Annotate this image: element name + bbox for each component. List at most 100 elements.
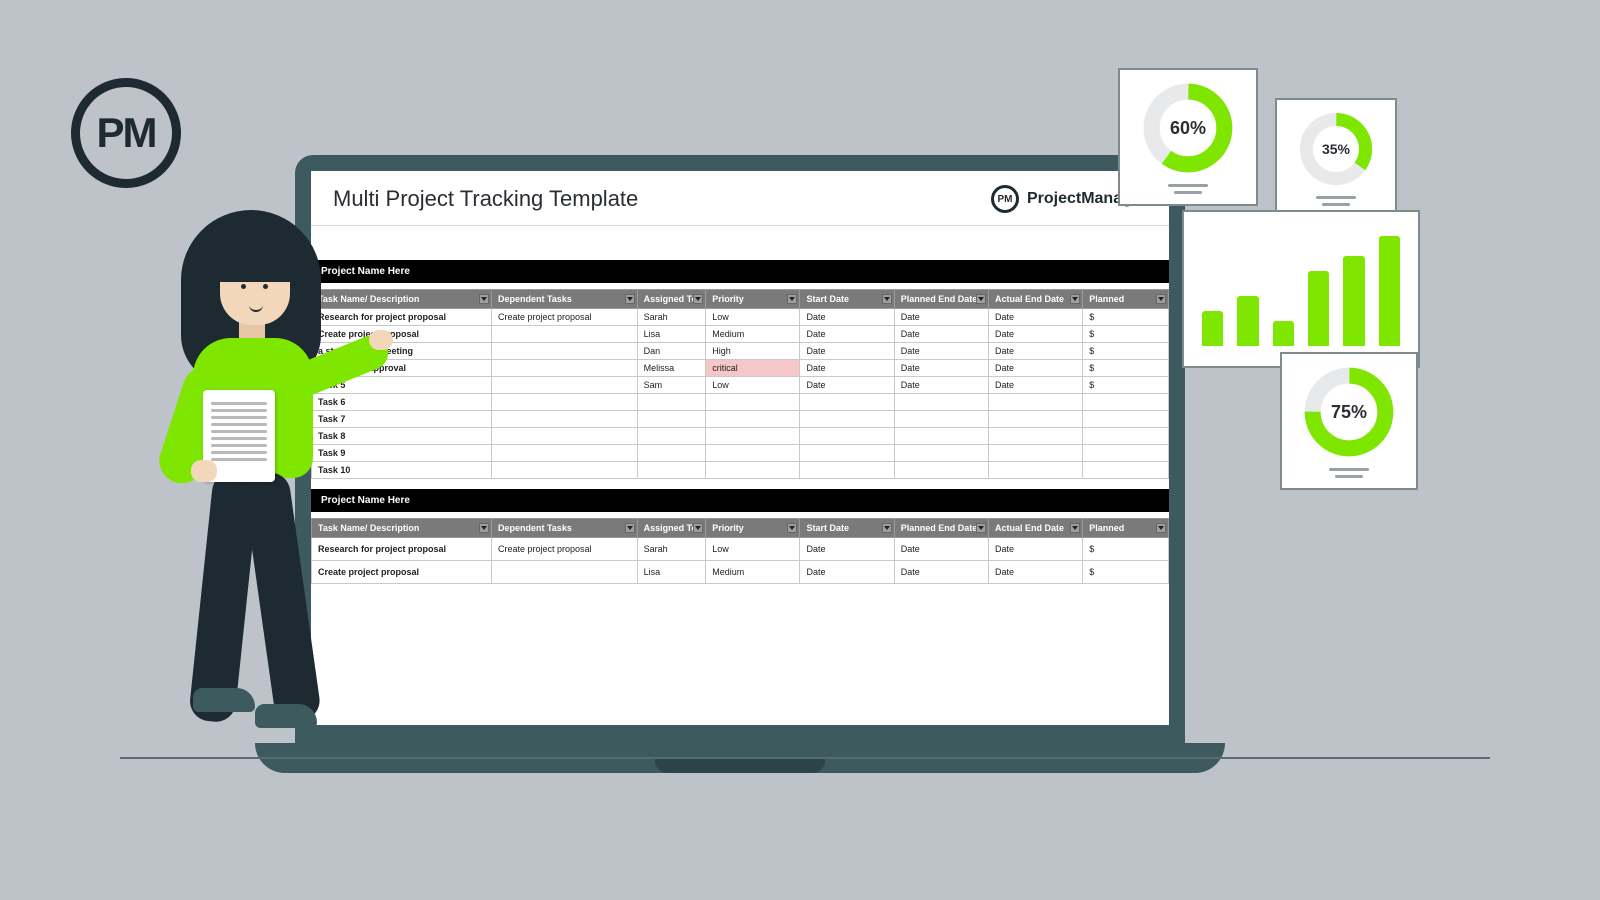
column-header[interactable]: Dependent Tasks [491,290,637,309]
cell[interactable]: Sam [637,377,706,394]
cell[interactable]: $ [1083,561,1169,584]
cell[interactable]: Date [800,309,894,326]
column-header[interactable]: Assigned To [637,290,706,309]
cell[interactable] [637,411,706,428]
filter-dropdown-icon[interactable] [1070,294,1080,304]
filter-dropdown-icon[interactable] [787,294,797,304]
cell[interactable] [706,428,800,445]
cell[interactable] [491,411,637,428]
cell[interactable]: Date [800,538,894,561]
column-header[interactable]: Planned End Date [894,290,988,309]
cell[interactable] [637,428,706,445]
cell[interactable]: $ [1083,538,1169,561]
cell[interactable]: Low [706,538,800,561]
cell[interactable]: Create project proposal [491,309,637,326]
filter-dropdown-icon[interactable] [693,294,703,304]
cell[interactable]: Medium [706,561,800,584]
cell[interactable]: Date [894,309,988,326]
column-header[interactable]: Actual End Date [989,290,1083,309]
column-header[interactable]: Assigned To [637,519,706,538]
cell[interactable] [894,445,988,462]
cell[interactable] [894,462,988,479]
cell[interactable] [800,411,894,428]
cell[interactable]: Date [894,343,988,360]
cell[interactable]: Date [989,309,1083,326]
filter-dropdown-icon[interactable] [787,523,797,533]
column-header[interactable]: Priority [706,290,800,309]
filter-dropdown-icon[interactable] [976,523,986,533]
cell[interactable]: Date [800,377,894,394]
filter-dropdown-icon[interactable] [882,294,892,304]
column-header[interactable]: Priority [706,519,800,538]
cell[interactable]: Sarah [637,309,706,326]
filter-dropdown-icon[interactable] [882,523,892,533]
cell[interactable]: $ [1083,326,1169,343]
cell[interactable] [1083,428,1169,445]
filter-dropdown-icon[interactable] [1070,523,1080,533]
cell[interactable]: Date [894,326,988,343]
column-header[interactable]: Planned End Date [894,519,988,538]
filter-dropdown-icon[interactable] [693,523,703,533]
cell[interactable]: High [706,343,800,360]
cell[interactable] [989,445,1083,462]
cell[interactable] [1083,445,1169,462]
cell[interactable]: Date [800,561,894,584]
column-header[interactable]: Start Date [800,519,894,538]
cell[interactable]: $ [1083,343,1169,360]
cell[interactable] [706,394,800,411]
cell[interactable] [1083,411,1169,428]
cell[interactable] [637,445,706,462]
filter-dropdown-icon[interactable] [479,294,489,304]
cell[interactable] [491,561,637,584]
cell[interactable] [491,428,637,445]
cell[interactable]: Lisa [637,561,706,584]
column-header[interactable]: Planned [1083,290,1169,309]
cell[interactable]: Date [800,326,894,343]
filter-dropdown-icon[interactable] [976,294,986,304]
cell[interactable]: Sarah [637,538,706,561]
cell[interactable] [491,445,637,462]
table-row[interactable]: Task 9 [312,445,1169,462]
cell[interactable] [491,394,637,411]
column-header[interactable]: Planned [1083,519,1169,538]
cell[interactable] [706,411,800,428]
cell[interactable]: Low [706,377,800,394]
cell[interactable] [1083,462,1169,479]
cell[interactable]: Date [800,343,894,360]
table-row[interactable]: Create project proposalLisaMediumDateDat… [312,561,1169,584]
cell[interactable] [706,462,800,479]
cell[interactable] [989,411,1083,428]
cell[interactable]: Lisa [637,326,706,343]
cell[interactable]: Date [989,561,1083,584]
cell[interactable]: Date [989,343,1083,360]
cell[interactable] [491,343,637,360]
table-row[interactable]: Task 7 [312,411,1169,428]
filter-dropdown-icon[interactable] [1156,294,1166,304]
filter-dropdown-icon[interactable] [479,523,489,533]
table-row[interactable]: Research for project proposalCreate proj… [312,538,1169,561]
cell[interactable]: Date [894,360,988,377]
cell[interactable]: Melissa [637,360,706,377]
cell[interactable]: $ [1083,377,1169,394]
cell[interactable] [800,428,894,445]
cell[interactable] [894,428,988,445]
cell[interactable] [894,411,988,428]
cell[interactable] [989,394,1083,411]
column-header[interactable]: Start Date [800,290,894,309]
cell[interactable]: $ [1083,360,1169,377]
cell[interactable]: Medium [706,326,800,343]
column-header[interactable]: Actual End Date [989,519,1083,538]
table-row[interactable]: Research for project proposalCreate proj… [312,309,1169,326]
cell[interactable]: Date [800,360,894,377]
cell[interactable]: Date [989,360,1083,377]
cell[interactable]: Dan [637,343,706,360]
cell[interactable] [706,445,800,462]
filter-dropdown-icon[interactable] [625,523,635,533]
table-row[interactable]: Task 6 [312,394,1169,411]
cell[interactable] [989,462,1083,479]
cell[interactable]: Low [706,309,800,326]
cell[interactable] [637,394,706,411]
filter-dropdown-icon[interactable] [1156,523,1166,533]
cell[interactable] [491,462,637,479]
table-row[interactable]: Task 5SamLowDateDateDate$ [312,377,1169,394]
